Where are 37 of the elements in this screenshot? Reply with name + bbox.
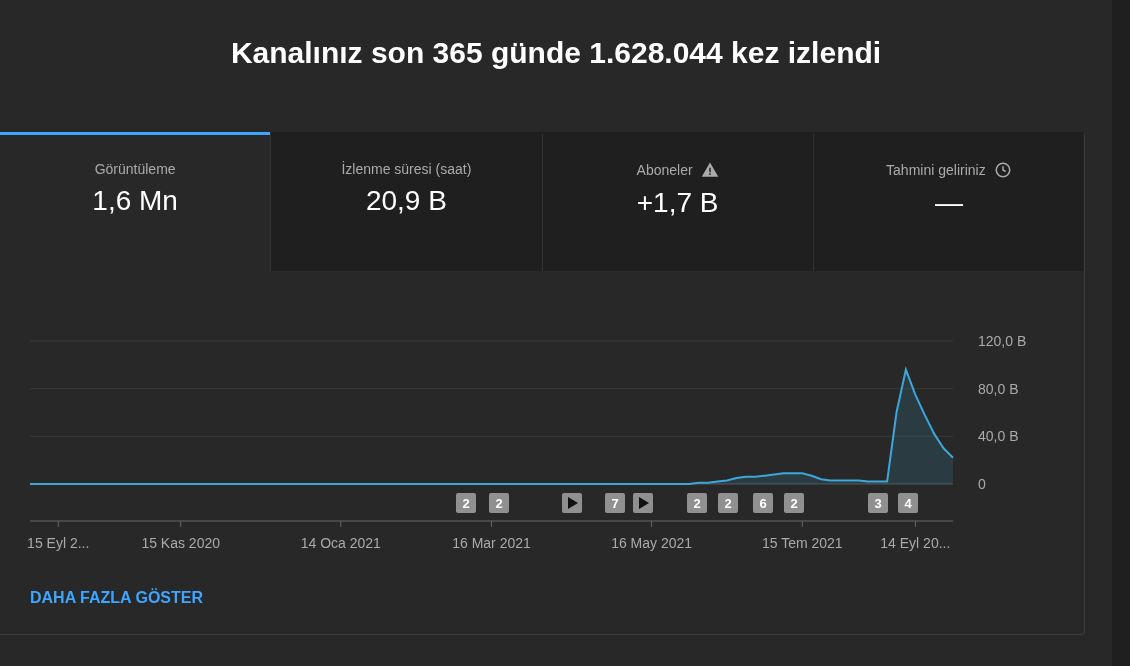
annotation-badge[interactable]: 2 — [687, 493, 707, 513]
annotation-badge[interactable]: 3 — [868, 493, 888, 513]
metric-label: Görüntüleme — [94, 161, 176, 177]
annotation-badge[interactable]: 6 — [753, 493, 773, 513]
x-axis-label: 15 Kas 2020 — [141, 535, 220, 551]
metric-value: 20,9 B — [365, 185, 447, 217]
annotation-badge[interactable]: 2 — [718, 493, 738, 513]
annotation-badge[interactable]: 2 — [489, 493, 509, 513]
annotation-badge[interactable]: 2 — [456, 493, 476, 513]
clock-icon — [993, 161, 1012, 179]
y-axis-label: 80,0 B — [978, 380, 1019, 397]
show-more-link[interactable]: DAHA FAZLA GÖSTER — [30, 589, 204, 607]
metric-tab[interactable]: İzlenme süresi (saat) 20,9 B — [270, 132, 542, 271]
page-heading: Kanalınız son 365 günde 1.628.044 kez izlendi — [229, 35, 883, 71]
x-axis-label: 15 Eyl 2... — [27, 535, 90, 551]
metric-value: +1,7 B — [636, 187, 719, 219]
y-axis-label: 0 — [978, 476, 986, 492]
metric-tab[interactable]: Tahmini geliriniz — — [812, 132, 1084, 271]
metric-label: Aboneler — [636, 162, 693, 178]
warning-icon — [700, 161, 719, 179]
x-axis-label: 16 May 2021 — [611, 535, 693, 551]
metric-value: — — [934, 187, 963, 219]
play-icon[interactable] — [633, 493, 653, 513]
x-axis-label: 15 Tem 2021 — [761, 535, 843, 551]
metric-tab[interactable]: Aboneler +1,7 B — [541, 132, 813, 271]
metric-label: Tahmini geliriniz — [886, 162, 986, 178]
annotation-badge[interactable]: 2 — [784, 493, 804, 513]
x-axis-label: 14 Eyl 20... — [880, 535, 951, 551]
y-axis-label: 40,0 B — [978, 428, 1019, 445]
annotation-badge[interactable]: 7 — [605, 493, 625, 513]
metric-label: İzlenme süresi (saat) — [341, 161, 472, 177]
x-axis-label: 14 Oca 2021 — [300, 535, 381, 551]
x-axis-label: 16 Mar 2021 — [452, 535, 531, 551]
metric-value: 1,6 Mn — [92, 185, 178, 217]
y-axis-label: 120,0 B — [978, 333, 1027, 349]
annotation-badge[interactable]: 4 — [898, 493, 918, 513]
play-icon[interactable] — [562, 493, 582, 513]
